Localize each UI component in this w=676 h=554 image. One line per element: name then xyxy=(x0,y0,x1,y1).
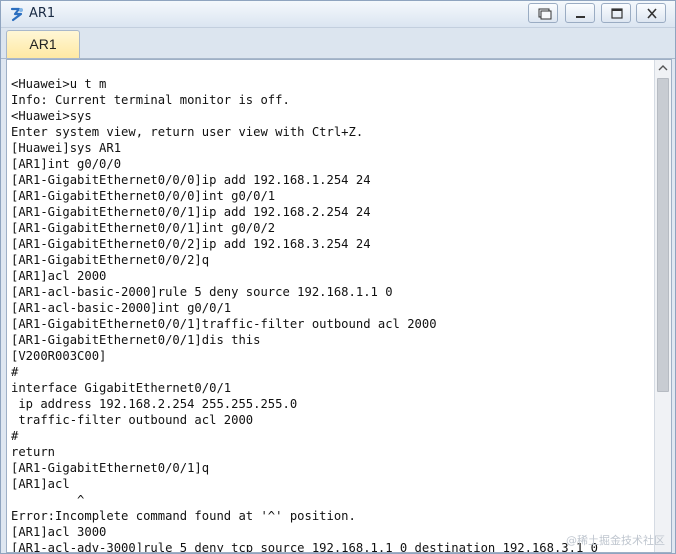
console-line: [AR1-GigabitEthernet0/0/2]ip add 192.168… xyxy=(11,237,371,251)
console-line: ^ xyxy=(11,493,85,507)
console-line: [AR1-GigabitEthernet0/0/1]int g0/0/2 xyxy=(11,221,276,235)
scroll-up-arrow-icon[interactable] xyxy=(655,60,671,76)
console-line: return xyxy=(11,445,56,459)
console-line: [AR1-GigabitEthernet0/0/0]ip add 192.168… xyxy=(11,173,371,187)
scrollbar-thumb[interactable] xyxy=(657,78,669,392)
restore-button[interactable] xyxy=(528,3,558,23)
console-line: [AR1]acl 3000 xyxy=(11,525,107,539)
console-line: [AR1-GigabitEthernet0/0/1]dis this xyxy=(11,333,261,347)
window-title: AR1 xyxy=(29,6,56,21)
console-line: <Huawei>sys xyxy=(11,109,92,123)
maximize-button[interactable] xyxy=(601,3,631,23)
title-bar[interactable]: AR1 xyxy=(1,1,675,28)
console-line: [V200R003C00] xyxy=(11,349,107,363)
console-line: # xyxy=(11,365,19,379)
console-line: Error:Incomplete command found at '^' po… xyxy=(11,509,356,523)
close-icon xyxy=(647,8,657,19)
console-line: traffic-filter outbound acl 2000 xyxy=(11,413,254,427)
console-line: [AR1]acl xyxy=(11,477,70,491)
terminal-console-area[interactable]: <Huawei>u t m Info: Current terminal mon… xyxy=(6,59,672,553)
watermark: @稀土掘金技术社区 xyxy=(566,534,665,547)
vertical-scrollbar[interactable] xyxy=(654,60,671,552)
console-line: [AR1-GigabitEthernet0/0/2]q xyxy=(11,253,210,267)
console-output[interactable]: <Huawei>u t m Info: Current terminal mon… xyxy=(11,76,651,553)
tab-ar1[interactable]: AR1 xyxy=(6,30,80,58)
console-line: [AR1-acl-basic-2000]rule 5 deny source 1… xyxy=(11,285,393,299)
terminal-window: AR1 AR1 <Huawei>u t m Info: Current term… xyxy=(0,0,676,554)
close-button[interactable] xyxy=(636,3,666,23)
console-line: [AR1-acl-basic-2000]int g0/0/1 xyxy=(11,301,232,315)
console-line: ip address 192.168.2.254 255.255.255.0 xyxy=(11,397,298,411)
console-line: [AR1-GigabitEthernet0/0/0]int g0/0/1 xyxy=(11,189,276,203)
tab-bar: AR1 xyxy=(1,28,675,59)
console-line: [AR1-acl-adv-3000]rule 5 deny tcp source… xyxy=(11,541,598,553)
console-line: interface GigabitEthernet0/0/1 xyxy=(11,381,232,395)
console-line: # xyxy=(11,429,19,443)
console-line: <Huawei>u t m xyxy=(11,77,107,91)
router-app-icon xyxy=(9,6,25,22)
console-line: Enter system view, return user view with… xyxy=(11,125,364,139)
minimize-button[interactable] xyxy=(565,3,595,23)
console-line: [AR1]acl 2000 xyxy=(11,269,107,283)
console-line: [AR1]int g0/0/0 xyxy=(11,157,122,171)
console-line: Info: Current terminal monitor is off. xyxy=(11,93,290,107)
console-line: [AR1-GigabitEthernet0/0/1]q xyxy=(11,461,210,475)
restore-icon xyxy=(538,8,552,20)
minimize-icon xyxy=(576,16,585,18)
maximize-icon xyxy=(611,8,623,19)
console-line: [AR1-GigabitEthernet0/0/1]traffic-filter… xyxy=(11,317,437,331)
console-line: [AR1-GigabitEthernet0/0/1]ip add 192.168… xyxy=(11,205,371,219)
console-line: [Huawei]sys AR1 xyxy=(11,141,122,155)
